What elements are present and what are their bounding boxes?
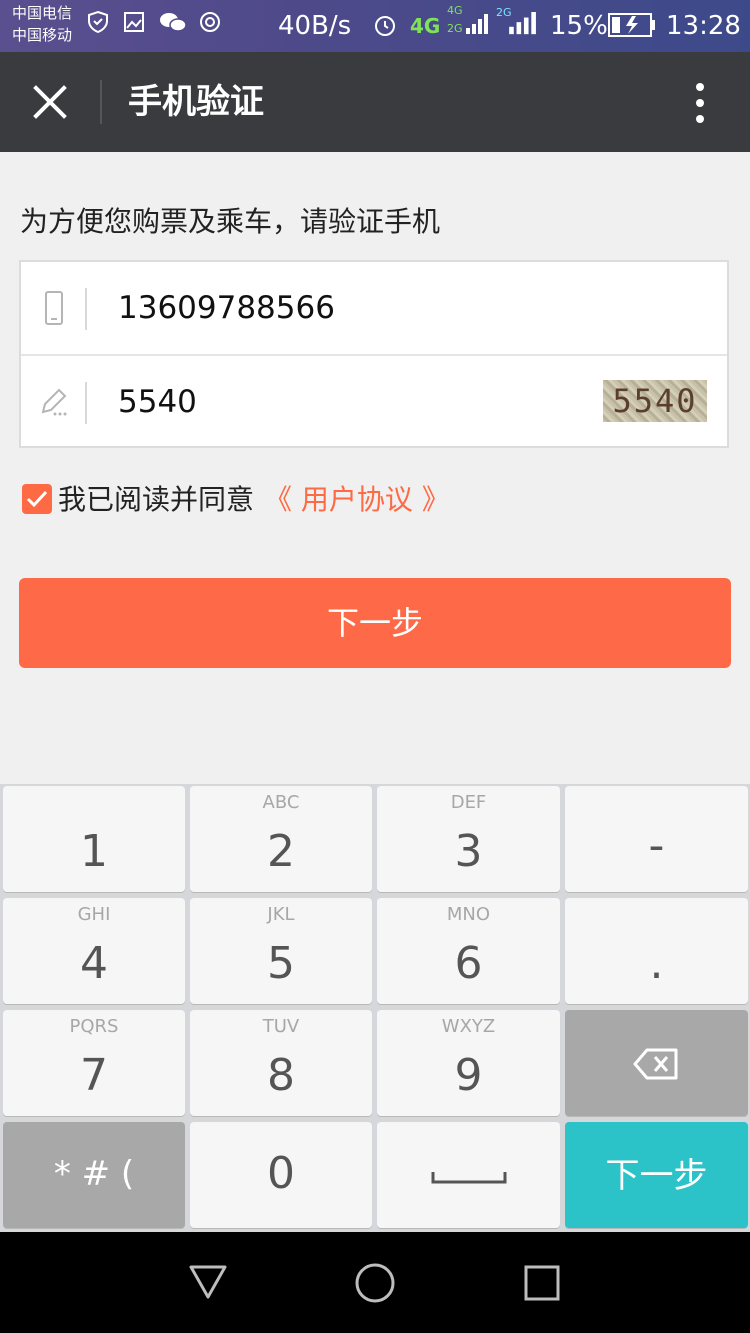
key-dot-label: . xyxy=(649,938,664,989)
captcha-image[interactable]: 5540 xyxy=(603,380,707,422)
carrier-2: 中国移动 xyxy=(12,26,73,44)
key-2-letters: ABC xyxy=(262,792,300,813)
back-triangle-icon[interactable] xyxy=(188,1264,228,1300)
signal-label-4g: 4G xyxy=(447,4,463,17)
backspace-key[interactable] xyxy=(565,1010,748,1116)
carrier-1: 中国电信 xyxy=(12,4,73,22)
numeric-keyboard: 1 ABC 2 DEF 3 - GHI 4 JKL 5 MNO 6 . PQRS… xyxy=(0,784,750,1232)
sync-icon xyxy=(200,12,220,32)
symbols-key-label: * # ( xyxy=(53,1154,135,1194)
network-4g-label: 4G xyxy=(410,14,441,38)
wechat-icon xyxy=(160,13,187,32)
main-content: 为方便您购票及乘车，请验证手机 13609788566 5540 5540 我已… xyxy=(0,152,750,784)
pencil-icon xyxy=(41,388,67,416)
page-title: 手机验证 xyxy=(128,82,264,122)
phone-field-separator xyxy=(85,288,87,330)
key-5[interactable]: JKL 5 xyxy=(190,898,372,1004)
more-vertical-icon[interactable] xyxy=(692,82,708,126)
check-icon xyxy=(26,490,48,508)
battery-icon xyxy=(608,13,655,37)
key-2[interactable]: ABC 2 xyxy=(190,786,372,892)
key-4-label: 4 xyxy=(80,938,108,989)
alarm-icon xyxy=(375,16,395,36)
key-dash[interactable]: - xyxy=(565,786,748,892)
agree-checkbox[interactable] xyxy=(22,484,52,514)
key-dash-label: - xyxy=(648,820,665,871)
key-3-letters: DEF xyxy=(450,792,487,813)
key-4-letters: GHI xyxy=(77,904,111,925)
key-3-label: 3 xyxy=(454,826,483,877)
user-agreement-link[interactable]: 《 用户协议 》 xyxy=(264,482,450,518)
home-circle-icon[interactable] xyxy=(354,1262,396,1304)
keyboard-next-step-label: 下一步 xyxy=(605,1156,708,1196)
key-dot[interactable]: . xyxy=(565,898,748,1004)
key-8[interactable]: TUV 8 xyxy=(190,1010,372,1116)
signal-icon xyxy=(466,14,488,34)
key-5-label: 5 xyxy=(267,938,295,989)
app-bar: 手机验证 xyxy=(0,52,750,152)
phone-icon xyxy=(45,291,63,325)
signal-label-2g-a: 2G xyxy=(447,22,463,35)
close-icon[interactable] xyxy=(30,82,70,122)
input-group: 13609788566 5540 5540 xyxy=(19,260,729,448)
space-icon xyxy=(431,1172,507,1184)
app-bar-divider xyxy=(100,80,102,124)
keyboard-next-step-key[interactable]: 下一步 xyxy=(565,1122,748,1228)
key-5-letters: JKL xyxy=(267,904,295,925)
key-6[interactable]: MNO 6 xyxy=(377,898,560,1004)
phone-input[interactable]: 13609788566 xyxy=(118,286,335,330)
battery-percent: 15% xyxy=(550,11,608,41)
symbols-key[interactable]: * # ( xyxy=(3,1122,185,1228)
key-0-label: 0 xyxy=(267,1148,295,1199)
key-7-label: 7 xyxy=(80,1050,108,1101)
clock: 13:28 xyxy=(666,11,741,41)
signal-icon-2 xyxy=(509,12,536,35)
key-8-letters: TUV xyxy=(262,1016,300,1037)
code-input[interactable]: 5540 xyxy=(118,380,197,424)
recents-square-icon[interactable] xyxy=(524,1265,560,1301)
key-1[interactable]: 1 xyxy=(3,786,185,892)
key-9[interactable]: WXYZ 9 xyxy=(377,1010,560,1116)
network-speed: 40B/s xyxy=(278,11,352,41)
key-7-letters: PQRS xyxy=(69,1016,119,1037)
image-icon xyxy=(124,12,144,32)
key-4[interactable]: GHI 4 xyxy=(3,898,185,1004)
phone-field[interactable]: 13609788566 xyxy=(21,262,727,356)
key-3[interactable]: DEF 3 xyxy=(377,786,560,892)
key-8-label: 8 xyxy=(267,1050,295,1101)
key-6-label: 6 xyxy=(454,938,483,989)
backspace-icon xyxy=(633,1048,678,1080)
key-9-label: 9 xyxy=(454,1050,483,1101)
carrier-names: 中国电信 中国移动 xyxy=(12,2,72,46)
verification-prompt: 为方便您购票及乘车，请验证手机 xyxy=(20,205,441,238)
next-step-button[interactable]: 下一步 xyxy=(19,578,731,668)
key-6-letters: MNO xyxy=(446,904,491,925)
system-nav-bar xyxy=(0,1232,750,1333)
shield-icon xyxy=(88,10,108,34)
space-key[interactable] xyxy=(377,1122,560,1228)
status-bar: 中国电信 中国移动 40B/s 4G 4G 2G 2G 15% 13:28 xyxy=(0,0,750,52)
agree-text: 我已阅读并同意 xyxy=(58,483,255,516)
key-7[interactable]: PQRS 7 xyxy=(3,1010,185,1116)
key-9-letters: WXYZ xyxy=(441,1016,496,1037)
key-2-label: 2 xyxy=(267,826,295,877)
key-1-label: 1 xyxy=(80,826,108,877)
code-field[interactable]: 5540 5540 xyxy=(21,356,727,448)
code-field-separator xyxy=(85,382,87,424)
key-0[interactable]: 0 xyxy=(190,1122,372,1228)
